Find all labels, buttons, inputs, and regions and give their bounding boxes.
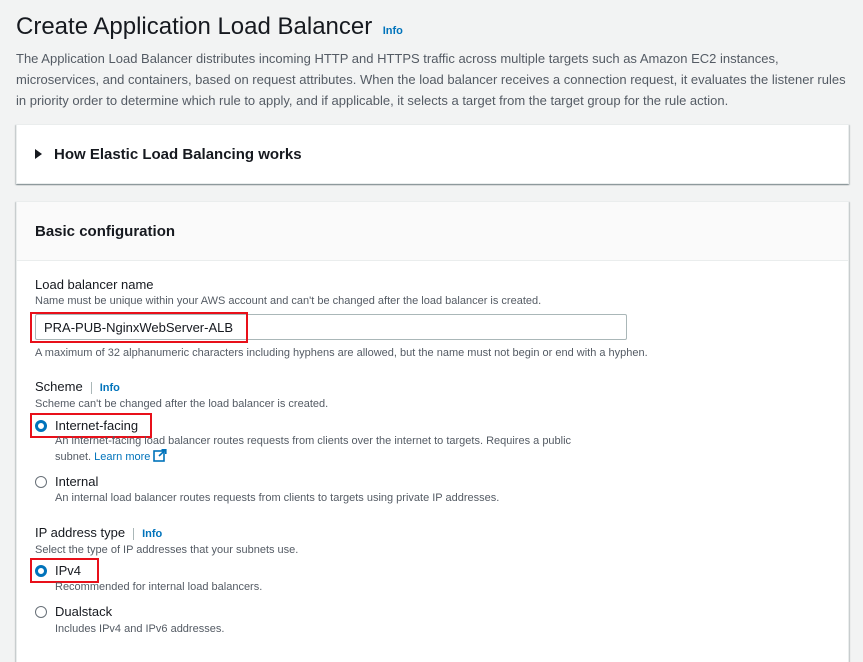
- radio-checked-icon[interactable]: [35, 419, 47, 432]
- scheme-option-internal[interactable]: Internal: [35, 474, 98, 489]
- lb-name-input[interactable]: [35, 314, 627, 340]
- page-title: Create Application Load Balancer: [16, 13, 373, 40]
- radio-unchecked-icon[interactable]: [35, 475, 47, 488]
- scheme-option-internet-facing[interactable]: Internet-facing: [35, 418, 138, 433]
- external-link-icon[interactable]: [153, 449, 168, 462]
- scheme-description: Scheme can't be changed after the load b…: [35, 398, 329, 410]
- scheme-internal-label: Internal: [55, 474, 99, 489]
- ip-type-option-dualstack[interactable]: Dualstack: [35, 604, 112, 619]
- page-header: Create Application Load Balancer Info Th…: [16, 0, 847, 111]
- learn-more-link[interactable]: Learn more: [94, 451, 150, 463]
- scheme-internet-facing-desc-line2: subnet. Learn more: [55, 449, 571, 465]
- how-elb-works-expander[interactable]: How Elastic Load Balancing works: [17, 125, 848, 183]
- scheme-internet-facing-description: An internet-facing load balancer routes …: [55, 434, 571, 465]
- radio-unchecked-icon[interactable]: [35, 605, 47, 618]
- ip-type-dualstack-label: Dualstack: [55, 604, 113, 619]
- scheme-info-link[interactable]: Info: [100, 382, 120, 394]
- radio-checked-icon[interactable]: [35, 564, 47, 577]
- ip-type-option-ipv4[interactable]: IPv4: [35, 563, 81, 578]
- lb-name-description: Name must be unique within your AWS acco…: [35, 295, 542, 307]
- basic-configuration-header: Basic configuration: [17, 202, 848, 261]
- basic-configuration-title: Basic configuration: [35, 222, 176, 240]
- scheme-internet-facing-desc-subnet: subnet.: [55, 451, 92, 463]
- scheme-internet-facing-label: Internet-facing: [55, 418, 139, 433]
- ip-type-label-row: IP address type Info: [35, 525, 162, 540]
- lb-name-label: Load balancer name: [35, 277, 154, 292]
- scheme-label: Scheme: [35, 379, 83, 394]
- lb-name-constraint: A maximum of 32 alphanumeric characters …: [35, 347, 648, 359]
- ip-type-ipv4-label: IPv4: [55, 563, 82, 578]
- ip-type-separator: [133, 527, 135, 540]
- how-elb-works-panel: How Elastic Load Balancing works: [16, 124, 849, 184]
- page-title-info-link[interactable]: Info: [383, 25, 403, 37]
- basic-configuration-panel: Basic configuration Load balancer name N…: [16, 201, 849, 662]
- scheme-separator: [90, 381, 92, 394]
- ip-type-description: Select the type of IP addresses that you…: [35, 544, 299, 556]
- caret-right-icon: [35, 149, 42, 159]
- how-elb-works-label: How Elastic Load Balancing works: [54, 145, 302, 163]
- ip-type-info-link[interactable]: Info: [142, 528, 162, 540]
- scheme-label-row: Scheme Info: [35, 379, 120, 394]
- page: Create Application Load Balancer Info Th…: [0, 0, 863, 662]
- scheme-internal-description: An internal load balancer routes request…: [55, 492, 500, 504]
- ip-type-dualstack-description: Includes IPv4 and IPv6 addresses.: [55, 623, 225, 635]
- ip-type-ipv4-description: Recommended for internal load balancers.: [55, 581, 263, 593]
- scheme-internet-facing-desc-line1: An internet-facing load balancer routes …: [55, 435, 572, 447]
- page-description: The Application Load Balancer distribute…: [16, 51, 846, 108]
- ip-type-label: IP address type: [35, 525, 126, 540]
